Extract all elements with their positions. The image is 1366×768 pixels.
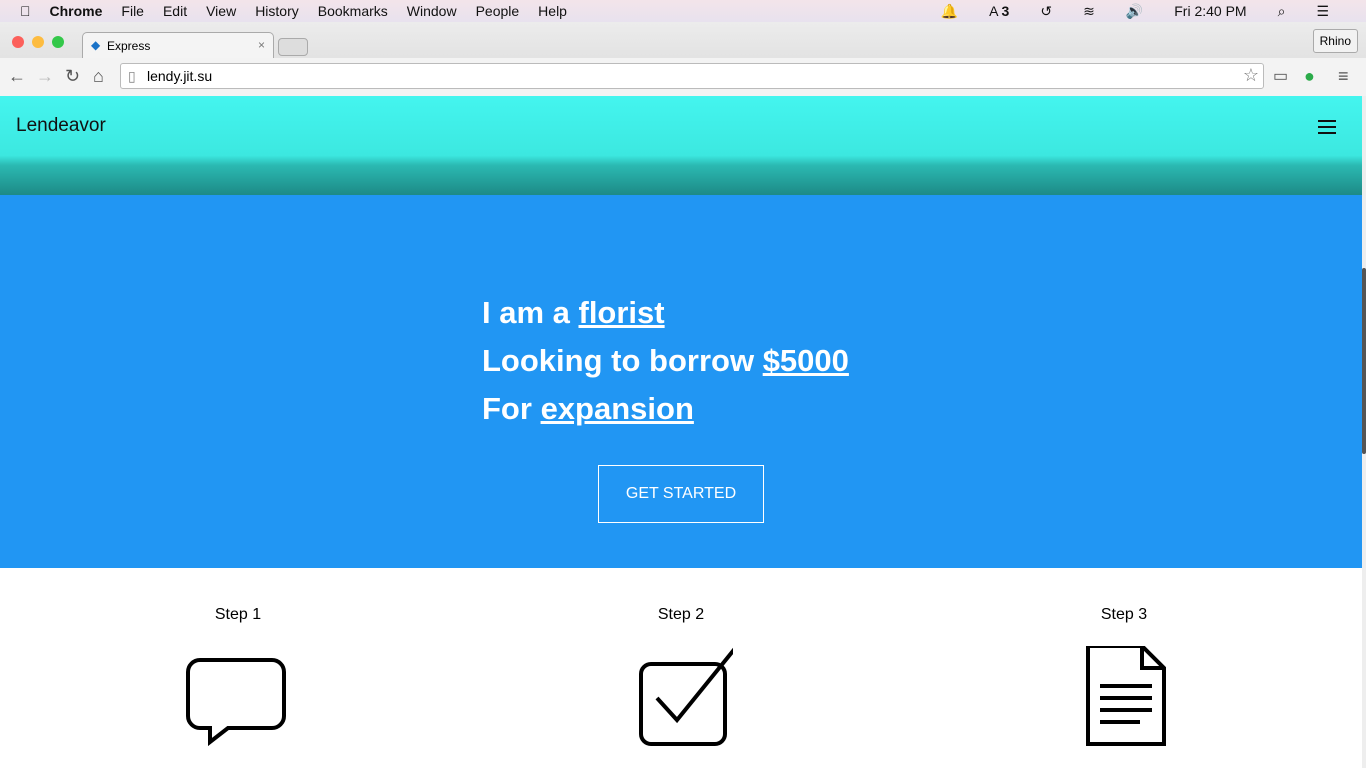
zoom-window-button[interactable] bbox=[52, 36, 64, 48]
url-text: lendy.jit.su bbox=[147, 68, 213, 84]
mac-menubar:  Chrome File Edit View History Bookmark… bbox=[0, 0, 1366, 22]
menu-help[interactable]: Help bbox=[538, 3, 567, 19]
menu-file[interactable]: File bbox=[121, 3, 144, 19]
clock[interactable]: Fri 2:40 PM bbox=[1174, 3, 1246, 20]
hero-section: I am a florist Looking to borrow $5000 F… bbox=[0, 195, 1362, 568]
speech-bubble-icon bbox=[186, 658, 286, 746]
spotlight-icon[interactable]: ⌕ bbox=[1278, 3, 1286, 20]
step-1: Step 1 bbox=[178, 606, 298, 746]
amount-link[interactable]: $5000 bbox=[763, 343, 849, 378]
page-icon: ▯ bbox=[128, 68, 136, 84]
hero-line-3: For expansion bbox=[482, 391, 694, 426]
menu-history[interactable]: History bbox=[255, 3, 299, 19]
menu-view[interactable]: View bbox=[206, 3, 236, 19]
profession-link[interactable]: florist bbox=[579, 295, 665, 330]
brand-logo[interactable]: Lendeavor bbox=[16, 115, 106, 137]
home-icon[interactable]: ⌂ bbox=[93, 66, 104, 87]
step-label: Step 1 bbox=[214, 606, 262, 623]
hamburger-menu-icon[interactable] bbox=[1318, 120, 1336, 138]
adobe-count: 3 bbox=[1001, 3, 1010, 19]
menu-people[interactable]: People bbox=[476, 3, 520, 19]
apple-icon[interactable]:  bbox=[20, 3, 31, 19]
close-window-button[interactable] bbox=[12, 36, 24, 48]
address-bar[interactable]: ▯ lendy.jit.su ☆ bbox=[120, 63, 1264, 89]
adobe-icon[interactable]: A 3 bbox=[989, 3, 1009, 20]
close-tab-icon[interactable]: × bbox=[258, 38, 265, 52]
new-tab-button[interactable] bbox=[278, 38, 308, 56]
checkbox-icon bbox=[639, 647, 733, 746]
time-machine-icon[interactable]: ↺ bbox=[1040, 3, 1052, 20]
step-label: Step 3 bbox=[1100, 606, 1148, 623]
tab-express[interactable]: ◆ Express × bbox=[82, 32, 274, 58]
scrollbar-thumb[interactable] bbox=[1362, 268, 1366, 454]
wifi-icon[interactable]: ≋ bbox=[1083, 3, 1095, 20]
cast-icon[interactable]: ▭ bbox=[1273, 66, 1288, 86]
bookmark-star-icon[interactable]: ☆ bbox=[1243, 65, 1259, 86]
minimize-window-button[interactable] bbox=[32, 36, 44, 48]
back-icon[interactable]: ← bbox=[8, 66, 26, 87]
menu-edit[interactable]: Edit bbox=[163, 3, 187, 19]
menu-window[interactable]: Window bbox=[407, 3, 457, 19]
browser-chrome: ◆ Express × Rhino ← → ↻ ⌂ ▯ lendy.jit.su… bbox=[0, 22, 1366, 96]
forward-icon[interactable]: → bbox=[36, 66, 54, 87]
menu-app[interactable]: Chrome bbox=[50, 3, 103, 19]
chrome-menu-icon[interactable]: ≡ bbox=[1338, 66, 1349, 87]
header-banner: Lendeavor bbox=[0, 96, 1362, 195]
step-3: Step 3 bbox=[1064, 606, 1184, 746]
notification-center-icon[interactable]: ☰ bbox=[1316, 3, 1329, 20]
purpose-link[interactable]: expansion bbox=[541, 391, 694, 426]
document-icon bbox=[1086, 646, 1166, 746]
favicon-icon: ◆ bbox=[91, 38, 101, 52]
scrollbar[interactable] bbox=[1362, 96, 1366, 768]
step-label: Step 2 bbox=[657, 606, 705, 623]
reload-icon[interactable]: ↻ bbox=[65, 66, 80, 87]
tab-title: Express bbox=[107, 39, 151, 53]
profile-button[interactable]: Rhino bbox=[1312, 29, 1358, 53]
hangouts-icon[interactable]: ● bbox=[1304, 66, 1315, 87]
get-started-button[interactable]: GET STARTED bbox=[598, 465, 764, 523]
hero-line-1: I am a florist bbox=[482, 295, 665, 330]
notification-icon[interactable]: 🔔 bbox=[941, 3, 958, 20]
menu-bookmarks[interactable]: Bookmarks bbox=[318, 3, 388, 19]
step-2: Step 2 bbox=[621, 606, 741, 746]
volume-icon[interactable]: 🔊 bbox=[1126, 3, 1143, 20]
hero-line-2: Looking to borrow $5000 bbox=[482, 343, 849, 378]
